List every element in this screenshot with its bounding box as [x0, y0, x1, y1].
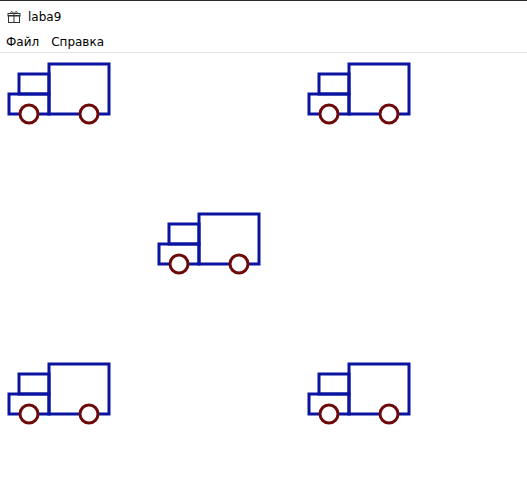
truck-icon: [309, 64, 409, 123]
truck-icon: [9, 64, 109, 123]
truck-icon: [9, 364, 109, 423]
menu-bar: ФайлСправка: [0, 32, 527, 53]
window-title: laba9: [28, 10, 61, 24]
app-window: laba9 ФайлСправка: [0, 0, 527, 492]
drawing-surface: [0, 53, 527, 492]
menu-item[interactable]: Справка: [45, 33, 110, 51]
app-icon: [7, 10, 21, 24]
drawing-canvas: [0, 53, 527, 492]
truck-icon: [159, 214, 259, 273]
title-bar: laba9: [0, 1, 527, 32]
menu-item[interactable]: Файл: [0, 33, 45, 51]
truck-icon: [309, 364, 409, 423]
